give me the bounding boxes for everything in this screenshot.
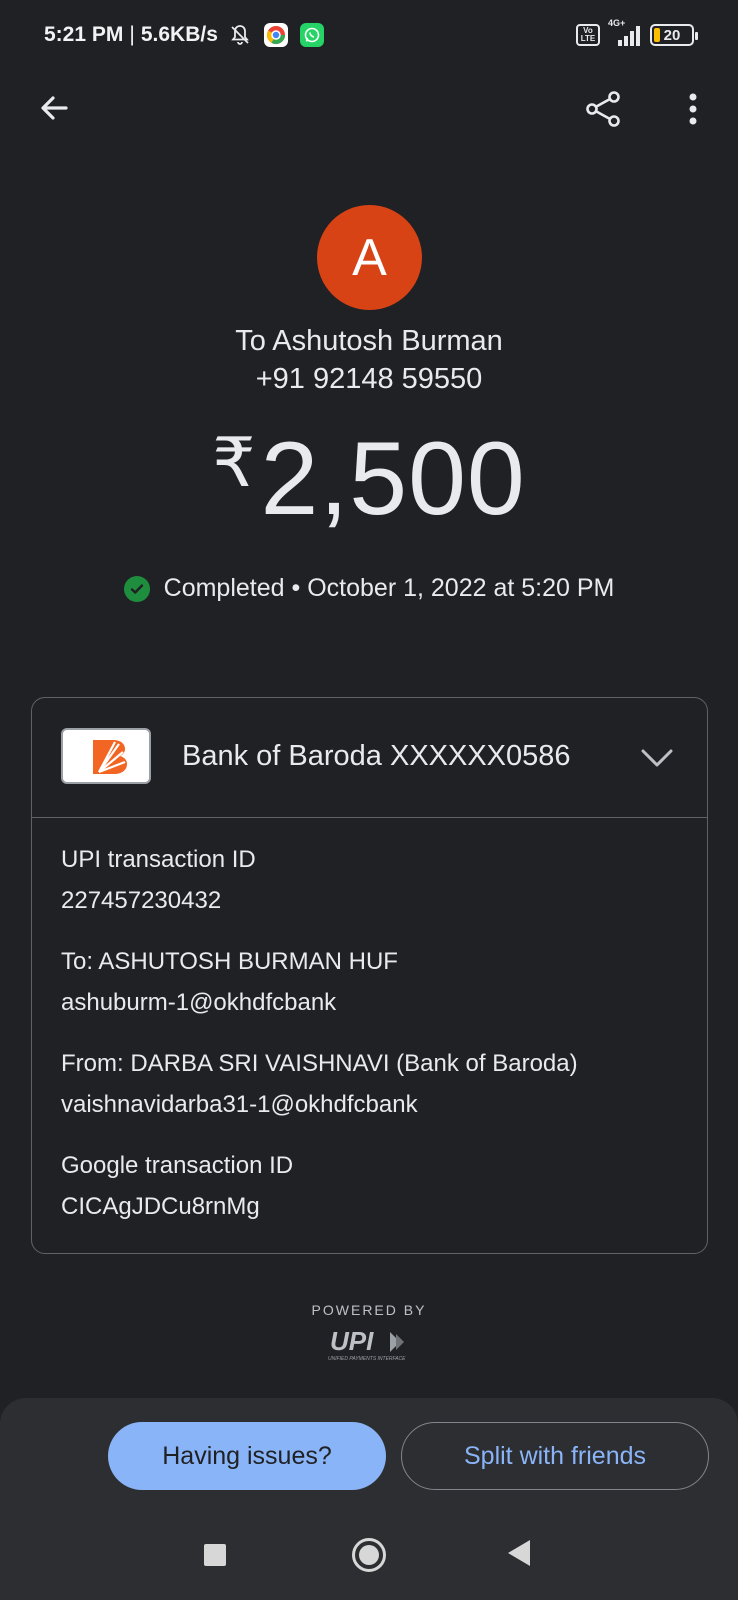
chrome-icon (263, 23, 288, 47)
split-with-friends-button[interactable]: Split with friends (401, 1422, 709, 1490)
status-bar-left: 5:21 PM | 5.6KB/s (44, 18, 324, 52)
app-bar (0, 78, 738, 138)
transaction-status: Completed • October 1, 2022 at 5:20 PM (0, 574, 738, 603)
signal-bar (618, 40, 622, 46)
whatsapp-icon (299, 23, 324, 47)
more-vert-icon (689, 93, 697, 125)
avatar-initial: A (352, 228, 387, 287)
amount-value: 2,500 (260, 421, 526, 537)
bank-of-baroda-logo-icon (61, 728, 151, 784)
bell-off-icon (228, 23, 252, 47)
status-separator: | (129, 23, 135, 46)
check-circle-icon (123, 575, 150, 602)
battery-icon: 20 (650, 24, 698, 46)
signal-bar (636, 26, 640, 46)
battery-level: 20 (663, 26, 681, 44)
recipient-name: To Ashutosh Burman (235, 325, 503, 357)
system-back-icon[interactable] (508, 1540, 530, 1566)
to-upi-id: ashuburm-1@okhdfcbank (61, 989, 337, 1016)
upi-logo-icon: UPI UNIFIED PAYMENTS INTERFACE (326, 1326, 412, 1362)
signal-bar (624, 36, 628, 46)
bank-account-row[interactable]: Bank of Baroda XXXXXX0586 (32, 698, 707, 818)
google-transaction-id-label: Google transaction ID (61, 1152, 294, 1179)
share-icon (586, 91, 620, 127)
from-label: From: DARBA SRI VAISHNAVI (Bank of Barod… (61, 1050, 578, 1077)
status-datetime: October 1, 2022 at 5:20 PM (307, 574, 615, 602)
status-bar: 5:21 PM | 5.6KB/s Vo LTE 4G+ 20 (0, 0, 738, 70)
upi-logo-subtext: UNIFIED PAYMENTS INTERFACE (328, 1356, 406, 1362)
volte-line2: LTE (580, 34, 596, 43)
home-icon[interactable] (352, 1538, 386, 1572)
from-upi-id: vaishnavidarba31-1@okhdfcbank (61, 1091, 418, 1118)
status-label: Completed (163, 574, 285, 602)
chevron-down-icon[interactable] (637, 738, 677, 778)
upi-transaction-id-label: UPI transaction ID (61, 846, 256, 873)
upi-transaction-id-value: 227457230432 (61, 887, 222, 914)
back-arrow-icon (41, 96, 68, 120)
network-type: 4G+ (608, 18, 626, 28)
powered-by-label: POWERED BY (311, 1302, 427, 1318)
recent-apps-icon[interactable] (204, 1544, 226, 1566)
status-bar-right: Vo LTE 4G+ 20 (576, 18, 698, 50)
back-button[interactable] (30, 84, 78, 132)
volte-icon: Vo LTE (576, 24, 600, 46)
having-issues-button[interactable]: Having issues? (108, 1422, 386, 1490)
signal-icon: 4G+ (608, 18, 640, 46)
recipient-phone: +91 92148 59550 (255, 363, 483, 395)
currency-symbol: ₹ (212, 425, 257, 501)
status-speed: 5.6KB/s (140, 23, 218, 46)
google-transaction-id-value: CICAgJDCu8rnMg (61, 1193, 260, 1220)
payment-amount: ₹2,500 (0, 420, 738, 539)
more-options-button[interactable] (668, 84, 718, 134)
upi-logo-text: UPI (330, 1326, 374, 1356)
status-separator: • (291, 574, 301, 602)
share-button[interactable] (578, 84, 628, 134)
avatar: A (317, 205, 422, 310)
to-label: To: ASHUTOSH BURMAN HUF (61, 948, 398, 975)
transaction-details-card: Bank of Baroda XXXXXX0586 UPI transactio… (31, 697, 708, 1254)
battery-fill (654, 28, 660, 42)
bank-account-name: Bank of Baroda XXXXXX0586 (182, 740, 571, 772)
signal-bar (630, 31, 634, 46)
home-dot (359, 1545, 379, 1565)
status-time: 5:21 PM (44, 23, 124, 46)
